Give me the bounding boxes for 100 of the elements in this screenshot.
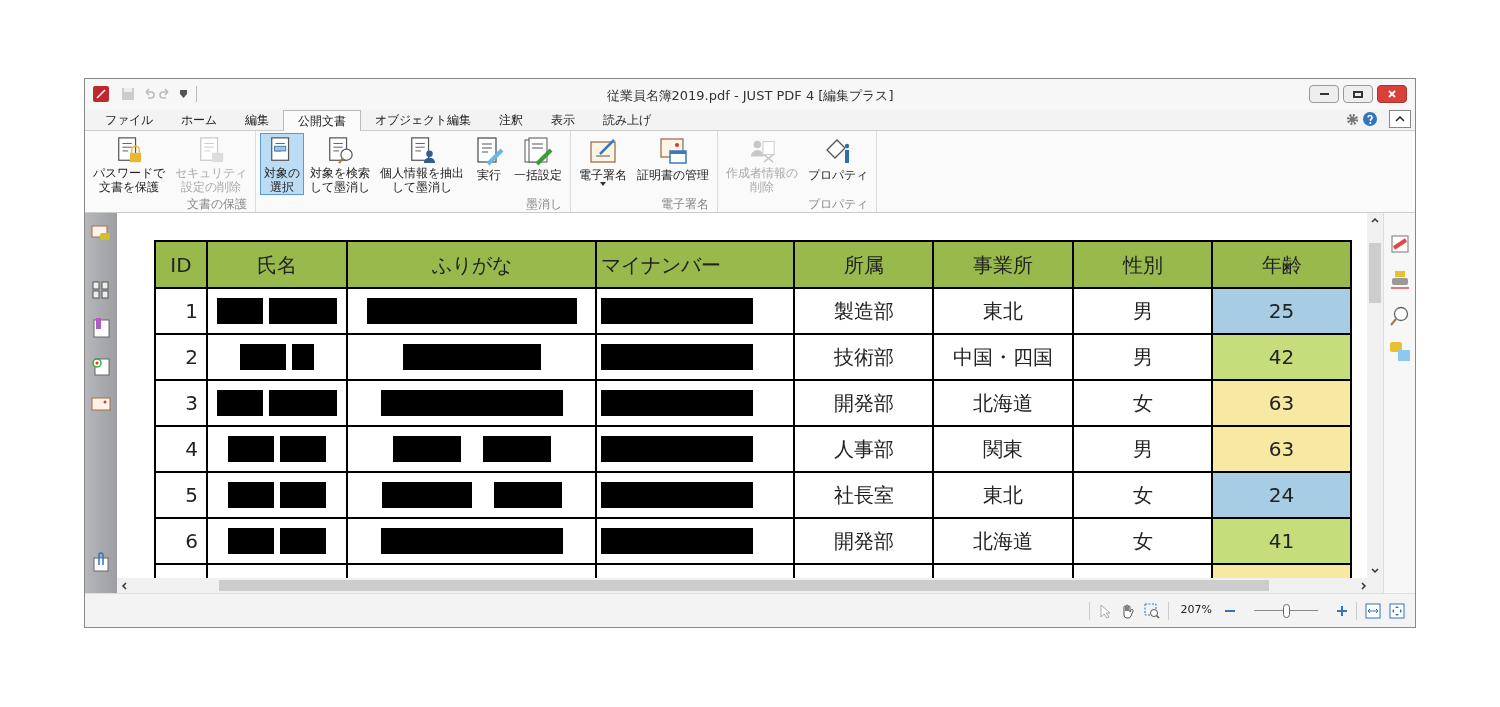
column-header: 氏名 [208,242,348,287]
bookmark-icon[interactable] [90,317,112,339]
signature-pen-icon [588,136,618,166]
table-cell: 製造部 [795,289,934,333]
zoom-in-icon[interactable] [1336,604,1348,617]
table-cell: 5 [156,473,208,517]
table-cell: 技術部 [795,335,934,379]
table-cell: 開発部 [795,519,934,563]
table-cell: 41 [1213,519,1352,563]
document-pen-icon [474,136,504,166]
redaction-bar [217,390,263,416]
close-icon [1388,90,1396,98]
chevron-right-icon[interactable] [1361,581,1367,590]
redaction-bar [392,436,461,462]
ribbon-button[interactable]: 対象を検索 して墨消し [306,133,374,195]
redaction-bar [240,344,286,370]
ribbon-tab[interactable]: ホーム [167,109,231,130]
redaction-bar [217,298,263,324]
redaction-bar [493,482,562,508]
table-cell: 25 [1213,289,1352,333]
scroll-thumb[interactable] [1369,243,1381,303]
table-cell: 北海道 [934,519,1074,563]
redaction-bar [269,390,337,416]
chevron-up-icon[interactable] [1371,217,1379,223]
pages-pen-icon [523,136,553,166]
table-cell: 42 [1213,335,1352,379]
redaction-bar [280,528,326,554]
ribbon-group-label: 電子署名 [660,198,710,212]
ribbon-group-label: 文書の保護 [186,198,248,212]
search-icon[interactable] [1388,305,1411,327]
chevron-left-icon[interactable] [121,581,127,590]
ribbon-button[interactable]: 一括設定 [510,133,566,195]
window-title: 従業員名簿2019.pdf - JUST PDF 4 [編集プラス] [606,87,894,105]
minimize-button[interactable] [1309,85,1339,103]
thumbnails-icon[interactable] [90,279,112,301]
ribbon-group-label: プロパティ [807,198,869,212]
collapse-ribbon-button[interactable] [1389,110,1411,128]
table-cell: 24 [1213,473,1352,517]
help-icon[interactable] [1363,112,1377,126]
table-cell: 3 [156,381,208,425]
column-header: ふりがな [348,242,597,287]
table-cell: 6 [156,519,208,563]
redaction-bar [292,344,314,370]
redaction-bar [280,436,326,462]
pointer-icon[interactable] [1097,602,1112,619]
redaction-bar [228,482,274,508]
table-cell: 中国・四国 [934,335,1074,379]
table-cell: 1 [156,289,208,333]
paperclip-icon[interactable] [90,551,112,573]
settings-icon[interactable] [1346,112,1359,126]
close-button[interactable] [1377,85,1407,103]
ribbon-button[interactable]: 証明書の管理 [633,133,713,195]
ribbon-tab[interactable]: ファイル [91,109,167,130]
ribbon-tab[interactable]: 読み上げ [589,109,665,130]
redaction-bar [228,436,274,462]
stamp-icon[interactable] [1388,269,1411,291]
table-cell: 2 [156,335,208,379]
ribbon-button[interactable]: 実行 [470,133,508,195]
ribbon-button[interactable]: プロパティ [804,133,872,195]
column-header: 所属 [795,242,934,287]
scroll-thumb[interactable] [219,580,1269,591]
table-cell: 人事部 [795,427,934,471]
column-header: 事業所 [934,242,1074,287]
table-cell: 4 [156,427,208,471]
redaction-bar [269,298,337,324]
zoom-level: 207% [1180,602,1212,619]
table-cell: 東北 [934,289,1074,333]
ribbon-button[interactable]: パスワードで 文書を保護 [89,133,169,195]
table-cell: 北海道 [934,381,1074,425]
column-header: マイナンバー [597,242,795,287]
redact-icon[interactable] [1388,233,1411,255]
redaction-bar [280,482,326,508]
ribbon-tab[interactable]: 公開文書 [283,110,361,131]
ribbon-button[interactable]: 個人情報を抽出 して墨消し [376,133,468,195]
app-logo-icon [93,86,109,102]
shield-icon[interactable] [179,89,188,99]
column-header: ID [156,242,208,287]
ribbon-tab[interactable]: 編集 [231,109,283,130]
table-cell: 63 [1213,381,1352,425]
ribbon-tab[interactable]: 注釈 [485,109,537,130]
chevron-up-icon [1395,116,1405,122]
ribbon-button[interactable]: 電子署名 [575,133,631,195]
column-header: 性別 [1074,242,1213,287]
fit-width-icon[interactable] [1365,602,1381,619]
ribbon-tab[interactable]: オブジェクト編集 [361,109,485,130]
ribbon-button[interactable]: 対象の 選択 [260,133,304,195]
certificate-icon [658,136,688,166]
zoom-area-icon[interactable] [1143,602,1160,619]
target-document-icon[interactable] [90,355,112,377]
maximize-button[interactable] [1343,85,1373,103]
ribbon-group-label: 墨消し [525,198,563,212]
zoom-slider[interactable] [1254,603,1318,618]
table-cell: 63 [1213,427,1352,471]
chevron-down-icon[interactable] [1371,568,1379,574]
table-cell: 社長室 [795,473,934,517]
ribbon-tab[interactable]: 表示 [537,109,589,130]
redaction-bar [228,528,274,554]
fit-page-icon[interactable] [1389,602,1405,619]
column-header: 年齢 [1213,242,1352,287]
table-cell: 東北 [934,473,1074,517]
